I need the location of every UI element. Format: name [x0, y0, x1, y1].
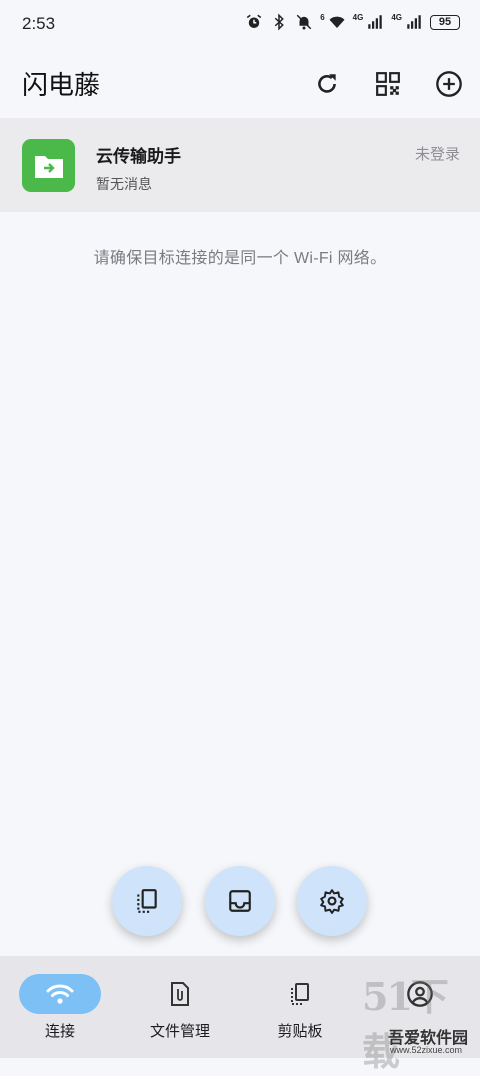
folder-transfer-icon — [22, 139, 75, 192]
alarm-icon — [247, 14, 262, 28]
battery-icon: 95 — [430, 14, 460, 30]
nav-item-connect[interactable]: 连接 — [0, 956, 120, 1058]
device-subtitle: 暂无消息 — [96, 176, 152, 192]
bottom-nav: 连接 文件管理 剪贴板 — [0, 956, 480, 1058]
signal2-label: 4G — [391, 13, 402, 22]
mute-icon — [296, 14, 312, 30]
bluetooth-icon — [274, 13, 285, 31]
nav-label-clipboard: 剪贴板 — [277, 1023, 323, 1040]
wifi-hint-text: 请确保目标连接的是同一个 Wi-Fi 网络。 — [93, 250, 387, 267]
status-time: 2:53 — [22, 14, 56, 33]
nav-item-account[interactable] — [360, 956, 480, 1058]
refresh-button[interactable] — [311, 68, 343, 100]
add-button[interactable] — [433, 68, 465, 100]
account-icon — [407, 981, 433, 1007]
clipboard-fab[interactable] — [112, 866, 182, 936]
inbox-icon — [229, 890, 251, 912]
inbox-fab[interactable] — [205, 866, 275, 936]
clipboard-icon — [137, 889, 157, 913]
qr-code-button[interactable] — [372, 68, 404, 100]
refresh-icon — [318, 74, 336, 93]
wifi-status-icon — [329, 16, 345, 28]
add-circle-icon — [436, 71, 462, 97]
app-header: 闪电藤 — [0, 52, 480, 116]
settings-fab[interactable] — [297, 866, 367, 936]
wifi-icon — [46, 984, 74, 1004]
device-list-item[interactable]: 云传输助手 暂无消息 未登录 — [0, 118, 480, 212]
settings-icon — [320, 889, 344, 914]
device-name: 云传输助手 — [96, 147, 181, 166]
signal1-label: 4G — [352, 13, 364, 22]
nav-item-files[interactable]: 文件管理 — [120, 956, 240, 1058]
status-icons: 6 4G 4G 95 — [245, 13, 460, 31]
signal-icon — [368, 15, 383, 29]
wifi-band-label: 6 — [320, 13, 325, 22]
file-icon — [171, 982, 189, 1006]
nav-label-files: 文件管理 — [149, 1023, 210, 1040]
nav-active-indicator — [19, 974, 101, 1014]
nav-label-connect: 连接 — [44, 1023, 75, 1040]
nav-item-clipboard[interactable]: 剪贴板 — [240, 956, 360, 1058]
status-bar: 2:53 6 4G 4G 95 — [0, 0, 480, 52]
clipboard-icon — [291, 983, 309, 1005]
page-title: 闪电藤 — [22, 70, 101, 100]
signal-icon — [407, 15, 421, 29]
login-status: 未登录 — [414, 146, 460, 163]
qr-code-icon — [376, 72, 400, 96]
